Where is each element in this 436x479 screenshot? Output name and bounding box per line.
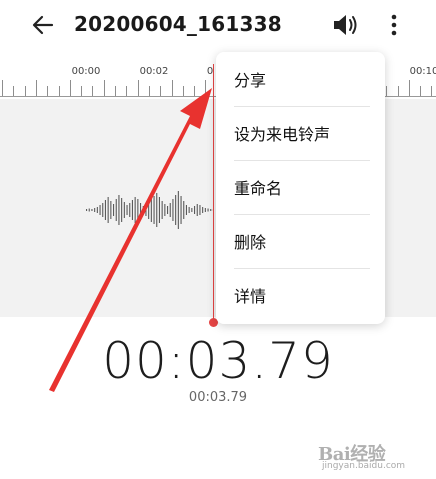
- ruler-tick: [431, 86, 432, 96]
- recording-title: 20200604_161338: [74, 12, 282, 36]
- waveform-bar: [169, 203, 171, 217]
- waveform-bar: [172, 199, 174, 221]
- waveform-bar: [148, 201, 150, 219]
- ruler-tick: [13, 86, 14, 96]
- menu-item-share[interactable]: 分享: [216, 52, 385, 106]
- waveform-bar: [167, 206, 169, 214]
- waveform-bar: [207, 208, 209, 212]
- ruler-tick: [160, 86, 161, 96]
- waveform-bar: [126, 205, 128, 215]
- menu-item-details[interactable]: 详情: [216, 268, 385, 322]
- waveform-bar: [107, 197, 109, 223]
- ruler-tick: [194, 86, 195, 96]
- ruler-tick: [149, 86, 150, 96]
- back-button[interactable]: [28, 10, 58, 40]
- waveform-bar: [188, 207, 190, 213]
- waveform-bar: [199, 205, 201, 215]
- audio-waveform: [86, 191, 214, 229]
- waveform-bar: [185, 205, 187, 215]
- waveform-bar: [102, 203, 104, 217]
- more-options-button[interactable]: [384, 10, 404, 40]
- ruler-tick: [126, 86, 127, 96]
- waveform-bar: [88, 208, 90, 212]
- waveform-bar: [110, 201, 112, 219]
- waveform-bar: [86, 209, 88, 211]
- waveform-bar: [99, 205, 101, 215]
- waveform-bar: [113, 204, 115, 216]
- more-vertical-icon: [391, 14, 397, 36]
- ruler-tick: [2, 80, 3, 96]
- waveform-bar: [121, 198, 123, 222]
- waveform-bar: [145, 204, 147, 216]
- waveform-bar: [177, 191, 179, 229]
- arrow-left-icon: [32, 15, 54, 35]
- baidu-jingyan-watermark: Bai经验 jingyan.baidu.com: [310, 438, 432, 476]
- waveform-bar: [191, 208, 193, 212]
- ruler-tick: [81, 86, 82, 96]
- waveform-bar: [91, 209, 93, 211]
- app-bar: 20200604_161338: [0, 0, 436, 52]
- waveform-bar: [196, 204, 198, 216]
- ruler-tick: [25, 86, 26, 96]
- waveform-bar: [137, 199, 139, 221]
- waveform-bar: [123, 202, 125, 218]
- overflow-menu: 分享 设为来电铃声 重命名 删除 详情: [216, 52, 385, 324]
- ruler-tick: [420, 86, 421, 96]
- ruler-tick: [409, 80, 410, 96]
- playhead-line[interactable]: [213, 64, 214, 322]
- menu-item-delete[interactable]: 删除: [216, 214, 385, 268]
- menu-item-rename[interactable]: 重命名: [216, 160, 385, 214]
- speaker-volume-icon: [334, 15, 357, 35]
- waveform-bar: [104, 200, 106, 220]
- waveform-bar: [180, 196, 182, 224]
- ruler-tick: [104, 80, 105, 96]
- waveform-bar: [140, 203, 142, 217]
- waveform-bar: [96, 207, 98, 213]
- ruler-tick: [183, 86, 184, 96]
- waveform-bar: [210, 209, 212, 211]
- ruler-tick: [386, 86, 387, 96]
- ruler-tick: [70, 80, 71, 96]
- ruler-tick: [47, 86, 48, 96]
- waveform-bar: [150, 198, 152, 222]
- waveform-bar: [202, 207, 204, 213]
- waveform-bar: [142, 206, 144, 214]
- ruler-tick: [36, 80, 37, 96]
- elapsed-time-small: 00:03.79: [188, 390, 248, 405]
- elapsed-time: 00:03.79: [102, 332, 334, 390]
- waveform-bar: [129, 203, 131, 217]
- ruler-label: 00:02: [139, 66, 169, 77]
- ruler-label: 00:00: [71, 66, 101, 77]
- watermark-url: jingyan.baidu.com: [322, 461, 406, 471]
- ruler-tick: [172, 80, 173, 96]
- waveform-bar: [134, 197, 136, 223]
- waveform-bar: [183, 201, 185, 219]
- waveform-bar: [156, 193, 158, 227]
- ruler-tick: [205, 80, 206, 96]
- waveform-bar: [115, 199, 117, 221]
- waveform-bar: [204, 208, 206, 212]
- menu-item-set-ringtone[interactable]: 设为来电铃声: [216, 106, 385, 160]
- ruler-tick: [59, 86, 60, 96]
- ruler-tick: [138, 80, 139, 96]
- waveform-bar: [131, 200, 133, 220]
- ruler-tick: [92, 86, 93, 96]
- waveform-bar: [158, 197, 160, 223]
- waveform-bar: [194, 206, 196, 214]
- waveform-bar: [153, 196, 155, 224]
- ruler-tick: [398, 86, 399, 96]
- waveform-bar: [175, 195, 177, 225]
- waveform-bar: [161, 201, 163, 219]
- speaker-button[interactable]: [330, 11, 360, 39]
- ruler-tick: [115, 86, 116, 96]
- waveform-bar: [94, 208, 96, 212]
- ruler-label: 00:10: [409, 66, 436, 77]
- waveform-bar: [118, 195, 120, 225]
- waveform-bar: [164, 204, 166, 216]
